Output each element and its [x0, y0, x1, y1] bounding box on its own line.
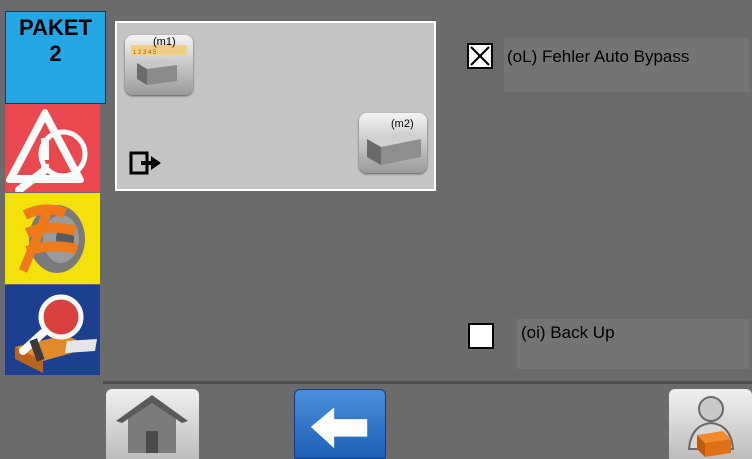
paket-number: 2	[49, 41, 62, 66]
paket-indicator[interactable]: PAKET 2	[5, 11, 106, 104]
home-button[interactable]	[106, 389, 199, 459]
check-x-icon	[470, 46, 490, 66]
back-button[interactable]	[294, 389, 386, 459]
svg-text:1 2 3 4 5: 1 2 3 4 5	[133, 50, 157, 56]
back-up-label: (oi) Back Up	[521, 323, 615, 342]
operator-icon	[687, 396, 735, 457]
top-strip	[103, 0, 752, 11]
auto-bypass-checkbox[interactable]	[467, 43, 493, 69]
box-icon: (m2)	[367, 118, 421, 165]
auto-bypass-label: (oL) Fehler Auto Bypass	[507, 47, 690, 66]
m1-button[interactable]: 1 2 3 4 5 (m1)	[125, 35, 193, 95]
back-arrow-icon	[310, 407, 368, 449]
divider	[103, 381, 752, 384]
paket-label: PAKET	[19, 15, 92, 40]
tape-roll-icon	[18, 204, 85, 273]
m1-label: (m1)	[153, 36, 176, 48]
warning-button[interactable]	[5, 104, 100, 192]
inspect-package-icon	[15, 294, 97, 373]
m2-label: (m2)	[391, 118, 414, 130]
m2-button[interactable]: (m2)	[359, 113, 427, 173]
tape-button[interactable]	[5, 193, 100, 284]
measure-box-icon: 1 2 3 4 5 (m1)	[131, 36, 187, 85]
back-up-checkbox[interactable]	[468, 323, 494, 349]
warning-magnifier-icon	[6, 109, 88, 192]
home-icon	[116, 395, 188, 453]
sidebar: PAKET 2	[0, 0, 106, 459]
package-movement-panel: 1 2 3 4 5 (m1) (m2)	[115, 21, 436, 191]
operator-button[interactable]	[669, 389, 752, 459]
exit-arrow-icon	[129, 151, 161, 175]
inspect-button[interactable]	[5, 285, 100, 375]
